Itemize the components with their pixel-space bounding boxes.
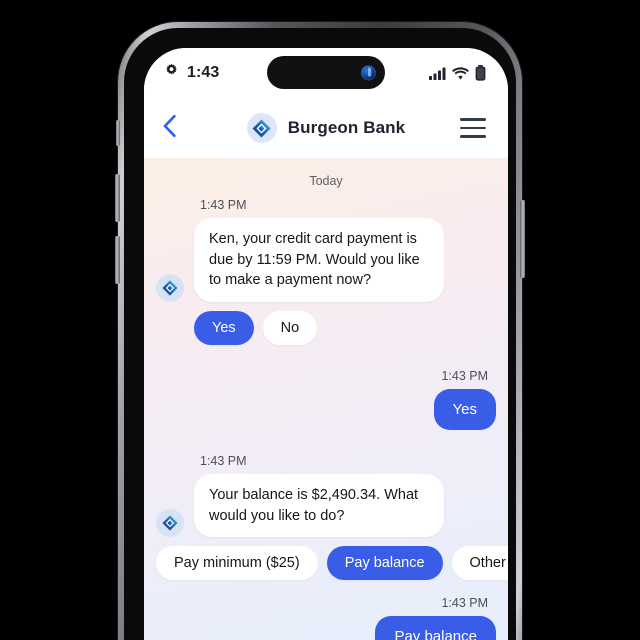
message-group-bot-1: 1:43 PM Ken, your credit card payment is… [156,198,496,345]
volume-up-button[interactable] [115,174,120,222]
message-row: Your balance is $2,490.34. What would yo… [156,474,496,538]
menu-line-2 [460,126,486,130]
phone-device-frame: 1:43 Burgeon Bank Today 1:43 PM Ken, you… [115,22,525,640]
message-timestamp: 1:43 PM [200,454,247,469]
phone-screen: 1:43 Burgeon Bank Today 1:43 PM Ken, you… [144,48,508,640]
message-group-user-1: 1:43 PM Yes [156,368,496,431]
message-row: Ken, your credit card payment is due by … [156,218,496,302]
quick-reply-row: Pay minimum ($25) Pay balance Other [156,546,508,581]
app-header: Burgeon Bank [144,98,508,158]
gear-icon [164,63,179,83]
battery-icon [475,65,486,81]
bot-avatar-icon [156,273,184,302]
menu-line-1 [460,118,486,121]
phone-bezel: 1:43 Burgeon Bank Today 1:43 PM Ken, you… [124,28,516,640]
quick-reply-no[interactable]: No [262,310,318,345]
chevron-left-icon [162,114,177,143]
chat-message-list[interactable]: Today 1:43 PM Ken, your credit card paym… [144,158,508,640]
quick-reply-pay-balance[interactable]: Pay balance [326,546,443,581]
dynamic-island [267,56,385,89]
quick-reply-pay-minimum[interactable]: Pay minimum ($25) [156,546,318,581]
quick-reply-other[interactable]: Other [451,546,508,581]
message-timestamp: 1:43 PM [441,596,488,611]
brand-name-label: Burgeon Bank [287,118,406,137]
wifi-icon [452,66,469,80]
message-group-bot-2: 1:43 PM Your balance is $2,490.34. What … [156,454,508,581]
mute-switch-button[interactable] [116,120,120,146]
quick-reply-row: Yes No [156,310,496,345]
front-camera-icon [361,65,376,80]
back-button[interactable] [162,111,196,145]
message-row: Yes [156,388,496,431]
status-bar-left: 1:43 [164,63,219,83]
power-button[interactable] [520,200,525,278]
bot-avatar-icon [156,509,184,538]
status-bar-time: 1:43 [187,64,220,81]
status-bar: 1:43 [144,48,508,98]
message-timestamp: 1:43 PM [441,368,488,383]
quick-reply-yes[interactable]: Yes [194,310,254,345]
message-timestamp: 1:43 PM [200,198,247,212]
message-row: Pay balance [156,616,496,640]
screenshot-stage: 1:43 Burgeon Bank Today 1:43 PM Ken, you… [0,0,640,640]
day-divider-label: Today [309,174,343,188]
status-bar-right [429,65,486,81]
menu-line-3 [460,135,486,138]
header-brand: Burgeon Bank [144,113,508,143]
hamburger-menu-icon[interactable] [460,113,490,143]
volume-down-button[interactable] [115,236,120,284]
user-message-bubble: Pay balance [375,616,496,640]
bot-message-bubble: Ken, your credit card payment is due by … [194,218,444,302]
cellular-signal-icon [429,67,446,80]
message-group-user-2: 1:43 PM Pay balance [156,596,496,640]
burgeon-bank-logo-icon [246,113,277,143]
user-message-bubble: Yes [433,388,496,431]
bot-message-bubble: Your balance is $2,490.34. What would yo… [194,474,444,538]
